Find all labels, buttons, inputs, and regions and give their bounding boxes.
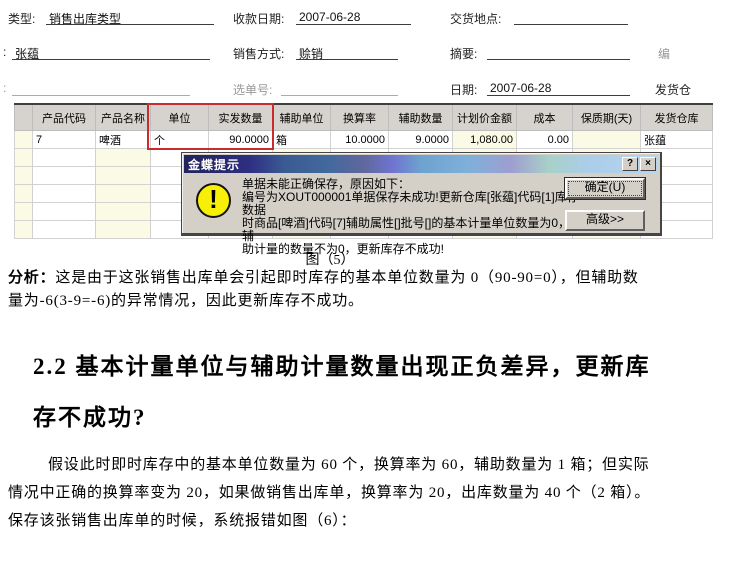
analysis-paragraph: 分析：这是由于这张销售出库单会引起即时库存的基本单位数量为 0（90-90=0）… [8, 267, 714, 313]
dialog-message-line: 时商品[啤酒]代码[7]辅助属性[]批号[]的基本计量单位数量为0，辅 [242, 217, 580, 243]
dialog-message-line: 编号为XOUT000001单据保存未成功!更新仓库[张蕴]代码[1]库存数据 [242, 191, 580, 217]
type-field[interactable]: 销售出库类型 [46, 10, 214, 25]
summary-label: 摘要: [450, 45, 477, 62]
body-paragraph: 假设此时即时库存中的基本单位数量为 60 个，换算率为 60，辅助数量为 1 箱… [8, 451, 720, 535]
section-heading-line: 2.2 基本计量单位与辅助计量数量出现正负差异，更新库 [33, 341, 728, 392]
grid-data-row: 7 啤酒 个 90.0000 箱 10.0000 9.0000 1,080.00… [15, 131, 713, 149]
pick-order-field[interactable] [281, 81, 398, 96]
dialog-title: 金蝶提示 [188, 156, 620, 173]
ok-button[interactable]: 确定(U) [565, 178, 645, 199]
blank-field[interactable] [12, 81, 190, 96]
dialog-body: ! 单据未能正确保存，原因如下： 编号为XOUT000001单据保存未成功!更新… [184, 173, 658, 231]
grid-cell-shelf-life[interactable] [573, 131, 641, 149]
grid-cell-cost[interactable]: 0.00 [517, 131, 573, 149]
grid-header-plan-amount: 计划价金额 [453, 104, 517, 131]
grid-cell-product-code[interactable]: 7 [33, 131, 96, 149]
page: 类型: 销售出库类型 收款日期: 2007-06-28 交货地点: : 张蕴 销… [0, 0, 737, 572]
pick-order-label: 选单号: [233, 81, 272, 98]
body-paragraph-line: 保存该张销售出库单的时候，系统报错如图（6）： [8, 507, 720, 535]
body-paragraph-line: 情况中正确的换算率变为 20，如果做销售出库单，换算率为 20，出库数量为 40… [8, 479, 720, 507]
grid-header-product-name: 产品名称 [96, 104, 151, 131]
grid-cell-conversion-rate[interactable]: 10.0000 [331, 131, 389, 149]
grid-header-warehouse: 发货仓库 [641, 104, 713, 131]
grid-cell-aux-unit[interactable]: 箱 [273, 131, 331, 149]
section-heading-line: 存不成功? [33, 392, 728, 443]
summary-field[interactable] [487, 45, 630, 60]
customer-label: : [3, 45, 6, 59]
help-icon[interactable]: ? [622, 157, 638, 171]
grid-cell-rowselector[interactable] [15, 131, 33, 149]
grid-header-conversion-rate: 换算率 [331, 104, 389, 131]
grid-cell-product-name[interactable]: 啤酒 [96, 131, 151, 149]
grid-header-product-code: 产品代码 [33, 104, 96, 131]
receipt-date-field[interactable]: 2007-06-28 [296, 10, 411, 25]
dialog-message: 单据未能正确保存，原因如下： 编号为XOUT000001单据保存未成功!更新仓库… [242, 178, 580, 256]
date-label: 日期: [450, 81, 477, 98]
grid-header-aux-unit: 辅助单位 [273, 104, 331, 131]
analysis-line: 量为-6(3-9=-6)的异常情况，因此更新库存不成功。 [8, 290, 714, 313]
kingdee-alert-dialog: 金蝶提示 ? × ! 单据未能正确保存，原因如下： 编号为XOUT000001单… [181, 152, 662, 236]
advanced-button[interactable]: 高级>> [565, 210, 645, 231]
grid-header-aux-qty: 辅助数量 [389, 104, 453, 131]
date-field[interactable]: 2007-06-28 [487, 81, 630, 96]
dialog-message-line: 助计量的数量不为0，更新库存不成功! [242, 243, 580, 256]
grid-header-shelf-life: 保质期(天) [573, 104, 641, 131]
grid-header-cost: 成本 [517, 104, 573, 131]
grid-cell-plan-amount[interactable]: 1,080.00 [453, 131, 517, 149]
analysis-line: 分析：这是由于这张销售出库单会引起即时库存的基本单位数量为 0（90-90=0）… [8, 267, 714, 290]
type-label: 类型: [8, 10, 35, 27]
analysis-label: 分析： [8, 270, 55, 286]
edge-label-fahuocang: 发货仓 [655, 81, 691, 98]
grid-header-rowselector [15, 104, 33, 131]
customer-field[interactable]: 张蕴 [12, 45, 210, 60]
sales-mode-label: 销售方式: [233, 45, 284, 62]
delivery-place-label: 交货地点: [450, 10, 501, 27]
edge-label-bian: 编 [658, 45, 670, 62]
blank-label: : [3, 81, 6, 95]
delivery-place-field[interactable] [514, 10, 628, 25]
section-heading: 2.2 基本计量单位与辅助计量数量出现正负差异，更新库 存不成功? [33, 341, 728, 443]
body-paragraph-line: 假设此时即时库存中的基本单位数量为 60 个，换算率为 60，辅助数量为 1 箱… [8, 451, 720, 479]
highlight-annotation-box [147, 103, 274, 150]
grid-cell-warehouse[interactable]: 张蕴 [641, 131, 713, 149]
dialog-titlebar[interactable]: 金蝶提示 ? × [184, 155, 658, 173]
grid-cell-aux-qty[interactable]: 9.0000 [389, 131, 453, 149]
grid-header-row: 产品代码 产品名称 单位 实发数量 辅助单位 换算率 辅助数量 计划价金额 成本… [15, 104, 713, 131]
sales-mode-field[interactable]: 赊销 [296, 45, 398, 60]
warning-icon: ! [196, 183, 231, 218]
close-icon[interactable]: × [640, 157, 656, 171]
receipt-date-label: 收款日期: [233, 10, 284, 27]
